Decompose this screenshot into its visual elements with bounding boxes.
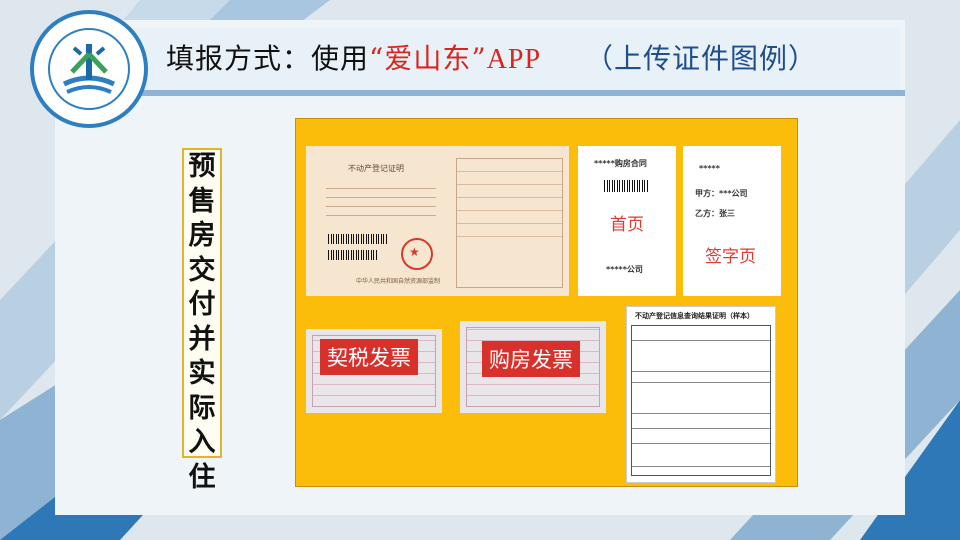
title-app-suffix: APP — [486, 44, 542, 75]
category-vertical-label: 预 售 房 交 付 并 实 际 入 住 — [182, 148, 222, 493]
party-b: 乙方：张三 — [695, 209, 735, 218]
official-seal-icon — [401, 238, 433, 270]
signature-page-label: 签字页 — [705, 247, 756, 267]
purchase-invoice-label: 购房发票 — [482, 341, 580, 377]
vertical-char: 入 — [188, 427, 216, 458]
contract-first-page-label: 首页 — [610, 215, 644, 235]
title-subtitle: （上传证件图例） — [585, 42, 818, 75]
purchase-contract-cover: *****购房合同 首页 *****公司 — [578, 146, 676, 296]
certificate-text-lines — [326, 180, 436, 224]
barcode-icon — [328, 250, 378, 260]
title-app-name: “爱山东” — [369, 42, 487, 75]
certificate-title: 不动产登记证明 — [348, 164, 404, 173]
vertical-char: 实 — [188, 358, 216, 389]
vertical-char: 房 — [188, 220, 216, 251]
vertical-char: 付 — [188, 289, 216, 320]
contract-signature-page: ***** 甲方：***公司 乙方：张三 签字页 — [683, 146, 781, 296]
query-result-table — [631, 325, 771, 476]
vertical-char: 售 — [188, 185, 216, 217]
title-underline — [120, 90, 905, 96]
page-title: 填报方式：使用“爱山东”APP （上传证件图例） — [166, 37, 817, 77]
vertical-char: 住 — [188, 461, 216, 493]
logo-emblem-icon — [48, 28, 130, 110]
purchase-invoice-image: 购房发票 — [460, 321, 606, 413]
contract-company: *****公司 — [606, 265, 643, 274]
query-result-title: 不动产登记信息查询结果证明（样本） — [635, 312, 754, 320]
document-sample-board: 不动产登记证明 中华人民共和国自然资源部监制 *****购房合同 首页 ****… — [295, 118, 798, 487]
vertical-char: 际 — [188, 392, 216, 424]
certificate-info-table — [456, 158, 563, 288]
registration-query-result-image: 不动产登记信息查询结果证明（样本） — [626, 306, 776, 483]
deed-tax-invoice-image: 契税发票 — [306, 329, 442, 413]
vertical-char: 并 — [188, 323, 216, 355]
deed-tax-invoice-label: 契税发票 — [320, 339, 418, 375]
vertical-char: 交 — [188, 254, 216, 286]
party-a: 甲方：***公司 — [695, 189, 748, 198]
signature-page-header: ***** — [699, 164, 720, 173]
title-prefix: 填报方式：使用 — [166, 42, 370, 75]
bureau-logo — [30, 10, 148, 128]
contract-header: *****购房合同 — [594, 159, 647, 168]
certificate-footer: 中华人民共和国自然资源部监制 — [356, 278, 441, 285]
barcode-icon — [604, 180, 648, 192]
barcode-icon — [328, 234, 388, 244]
property-certificate-image: 不动产登记证明 中华人民共和国自然资源部监制 — [306, 146, 569, 296]
vertical-char: 预 — [188, 151, 216, 182]
